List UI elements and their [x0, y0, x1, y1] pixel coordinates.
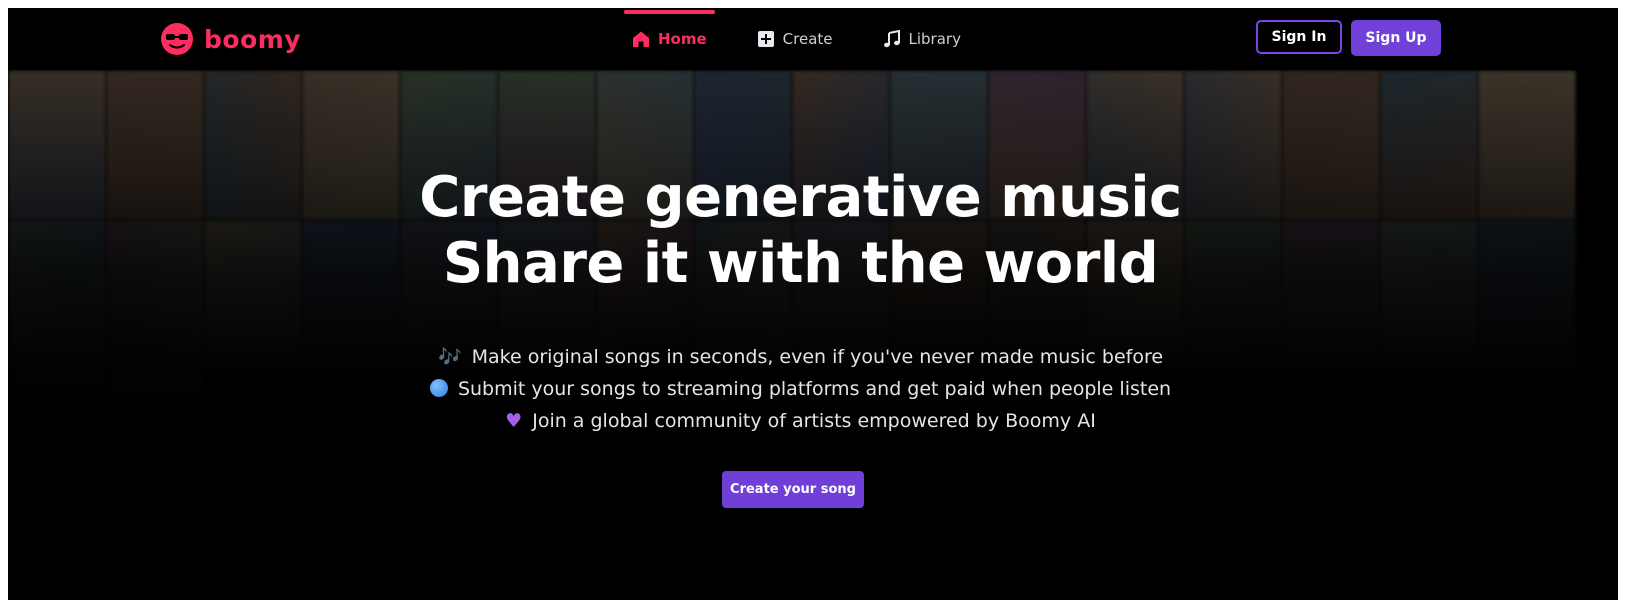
nav-library[interactable]: Library: [869, 8, 975, 70]
top-navbar: boomy Home Create Library Sign In Sign U…: [8, 8, 1618, 70]
feature-text: Submit your songs to streaming platforms…: [457, 378, 1172, 400]
nav-home-label: Home: [658, 30, 707, 48]
hero-title-line1: Create generative music: [419, 165, 1182, 230]
create-your-song-button[interactable]: Create your song: [722, 471, 864, 508]
boomy-face-icon: [161, 23, 193, 55]
plus-square-icon: [757, 31, 774, 47]
hero-section: Create generative music Share it with th…: [8, 70, 1618, 600]
feature-item: ♥ Join a global community of artists empo…: [8, 408, 1593, 434]
home-icon: [633, 31, 649, 47]
nav-home[interactable]: Home: [618, 8, 721, 70]
sign-up-button[interactable]: Sign Up: [1351, 20, 1441, 56]
nav-library-label: Library: [908, 30, 961, 48]
feature-text: Join a global community of artists empow…: [532, 410, 1096, 432]
feature-item: Submit your songs to streaming platforms…: [8, 376, 1593, 402]
sign-in-button[interactable]: Sign In: [1256, 20, 1342, 54]
music-note-icon: [883, 30, 900, 48]
musical-notes-icon: 🎶: [437, 346, 462, 368]
boomy-logo[interactable]: boomy: [160, 22, 301, 56]
feature-text: Make original songs in seconds, even if …: [471, 346, 1164, 368]
main-nav: Home Create Library: [618, 8, 997, 70]
feature-item: 🎶 Make original songs in seconds, even if…: [8, 344, 1593, 370]
browser-viewport: boomy Home Create Library Sign In Sign U…: [8, 8, 1618, 600]
nav-create-label: Create: [782, 30, 833, 48]
hero-gradient-overlay: [8, 70, 1618, 600]
purple-heart-icon: ♥: [505, 410, 523, 432]
nav-create[interactable]: Create: [743, 8, 847, 70]
globe-icon: [429, 379, 448, 397]
brand-name: boomy: [204, 24, 302, 54]
hero-title-line2: Share it with the world: [442, 231, 1159, 296]
